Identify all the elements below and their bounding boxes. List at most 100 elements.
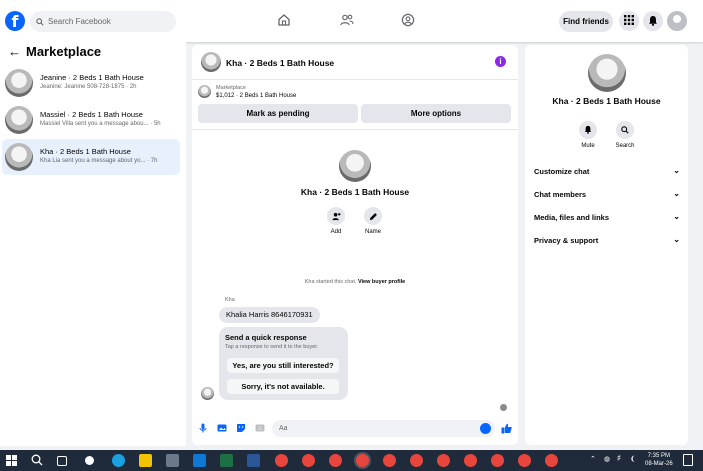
search-icon	[36, 11, 44, 32]
listing-image	[339, 150, 371, 182]
chevron-down-icon: ⌄	[673, 235, 680, 244]
notifications-bell-icon[interactable]	[643, 11, 663, 31]
app-icon[interactable]	[166, 454, 179, 467]
listing-thumbnail	[5, 69, 33, 97]
listing-price[interactable]: $1,012 · 2 Beds 1 Bath House	[216, 93, 296, 99]
conversation-preview: Jeanine: Jeanine 508-728-1875 · 2h	[40, 84, 137, 90]
mail-icon[interactable]	[193, 454, 206, 467]
marketplace-label: Marketplace	[216, 85, 246, 91]
back-arrow-icon[interactable]: ←	[8, 44, 21, 59]
taskbar-clock[interactable]: 7:35 PM 08-Mar-26	[645, 452, 673, 468]
pencil-icon	[364, 207, 382, 225]
section-label: Customize chat	[534, 167, 590, 176]
quick-response-title: Send a quick response	[225, 333, 307, 342]
find-friends-button[interactable]: Find friends	[559, 11, 613, 32]
listing-thumbnail	[5, 143, 33, 171]
sticker-icon[interactable]	[236, 423, 246, 433]
search-label: Search	[615, 143, 635, 149]
like-thumb-icon[interactable]	[501, 423, 512, 434]
conversation-item[interactable]: Massiel · 2 Beds 1 Bath House Massiel Vi…	[2, 102, 180, 138]
taskbar-search-icon[interactable]	[31, 454, 44, 467]
name-action[interactable]: Name	[358, 207, 388, 235]
conversation-title: Jeanine · 2 Beds 1 Bath House	[40, 73, 144, 82]
chrome-icon[interactable]	[491, 454, 504, 467]
chrome-icon[interactable]	[275, 454, 288, 467]
facebook-logo-icon[interactable]: f	[5, 11, 25, 31]
view-buyer-profile-link[interactable]: View buyer profile	[358, 279, 405, 285]
mark-as-pending-button[interactable]: Mark as pending	[198, 104, 358, 123]
settings-gear-icon[interactable]	[85, 456, 94, 465]
chevron-down-icon: ⌄	[673, 212, 680, 221]
menu-grid-icon[interactable]	[619, 11, 639, 31]
media-files-links-section[interactable]: Media, files and links ⌄	[534, 212, 680, 222]
windows-start-icon[interactable]	[6, 455, 17, 466]
conversation-title: Massiel · 2 Beds 1 Bath House	[40, 110, 143, 119]
chrome-icon[interactable]	[437, 454, 450, 467]
chat-members-section[interactable]: Chat members ⌄	[534, 189, 680, 199]
windows-taskbar: ⌃ ◍ ♯ ❨ 7:35 PM 08-Mar-26	[0, 450, 703, 471]
chat-panel: Kha · 2 Beds 1 Bath House i Marketplace …	[192, 45, 518, 445]
edge-icon[interactable]	[112, 454, 125, 467]
task-view-icon[interactable]	[57, 456, 67, 466]
chrome-icon[interactable]	[518, 454, 531, 467]
search-icon	[616, 121, 634, 139]
chat-header: Kha · 2 Beds 1 Bath House i	[192, 45, 518, 80]
chrome-icon[interactable]	[302, 454, 315, 467]
home-icon[interactable]	[277, 13, 293, 29]
top-navigation-bar: f Search Facebook Find friends	[0, 0, 703, 42]
info-icon[interactable]: i	[495, 56, 506, 67]
listing-thumbnail	[198, 85, 211, 98]
chat-details-panel: Kha · 2 Beds 1 Bath House Mute Search Cu…	[525, 45, 688, 445]
message-input[interactable]: Aa	[272, 420, 495, 437]
quick-reply-button[interactable]: Sorry, it's not available.	[227, 379, 339, 394]
chrome-icon[interactable]	[545, 454, 558, 467]
svg-text:G: G	[258, 426, 262, 432]
conversation-item-active[interactable]: Kha · 2 Beds 1 Bath House Kha Lia sent y…	[2, 139, 180, 175]
message-bubble[interactable]: Khalia Harris 8646170931	[219, 307, 320, 323]
chrome-icon[interactable]	[464, 454, 477, 467]
photo-icon[interactable]	[217, 423, 227, 433]
customize-chat-section[interactable]: Customize chat ⌄	[534, 166, 680, 176]
more-options-button[interactable]: More options	[361, 104, 511, 123]
chat-title[interactable]: Kha · 2 Beds 1 Bath House	[226, 58, 334, 68]
search-input[interactable]: Search Facebook	[30, 11, 176, 32]
quick-reply-button[interactable]: Yes, are you still interested?	[227, 358, 339, 373]
chat-started-text: Kha started this chat.	[304, 279, 357, 285]
chevron-up-icon[interactable]: ⌃	[590, 455, 596, 463]
file-explorer-icon[interactable]	[139, 454, 152, 467]
add-person-icon	[327, 207, 345, 225]
microphone-icon[interactable]	[198, 423, 208, 433]
groups-icon[interactable]	[401, 13, 417, 29]
mute-action[interactable]: Mute	[573, 121, 603, 149]
clock-date: 08-Mar-26	[645, 461, 673, 467]
add-label: Add	[330, 229, 342, 235]
chrome-icon[interactable]	[383, 454, 396, 467]
seen-indicator	[500, 404, 507, 411]
chevron-down-icon: ⌄	[673, 189, 680, 198]
profile-avatar[interactable]	[667, 11, 687, 31]
mute-label: Mute	[581, 143, 595, 149]
excel-icon[interactable]	[220, 454, 233, 467]
gif-icon[interactable]: G	[255, 423, 265, 433]
conversation-item[interactable]: Jeanine · 2 Beds 1 Bath House Jeanine: J…	[2, 65, 180, 101]
quick-response-subtitle: Tap a response to send it to the buyer.	[225, 344, 319, 350]
chat-thumbnail[interactable]	[201, 52, 221, 72]
name-label: Name	[364, 229, 381, 235]
add-action[interactable]: Add	[321, 207, 351, 235]
privacy-support-section[interactable]: Privacy & support ⌄	[534, 235, 680, 245]
section-label: Chat members	[534, 190, 587, 199]
app-icon[interactable]	[247, 454, 260, 467]
chrome-icon[interactable]	[329, 454, 342, 467]
emoji-icon[interactable]	[480, 423, 491, 434]
marketplace-sidebar: ← Marketplace Jeanine · 2 Beds 1 Bath Hou…	[0, 42, 186, 446]
network-icon[interactable]: ◍	[604, 455, 610, 463]
friends-icon[interactable]	[340, 13, 356, 29]
search-action[interactable]: Search	[610, 121, 640, 149]
chrome-icon[interactable]	[356, 454, 369, 467]
notification-center-icon[interactable]	[683, 454, 693, 466]
volume-icon[interactable]: ♯	[617, 455, 621, 462]
chrome-icon[interactable]	[410, 454, 423, 467]
speaker-icon[interactable]: ❨	[630, 455, 636, 463]
sidebar-title: Marketplace	[26, 44, 102, 59]
sender-avatar[interactable]	[201, 387, 214, 400]
